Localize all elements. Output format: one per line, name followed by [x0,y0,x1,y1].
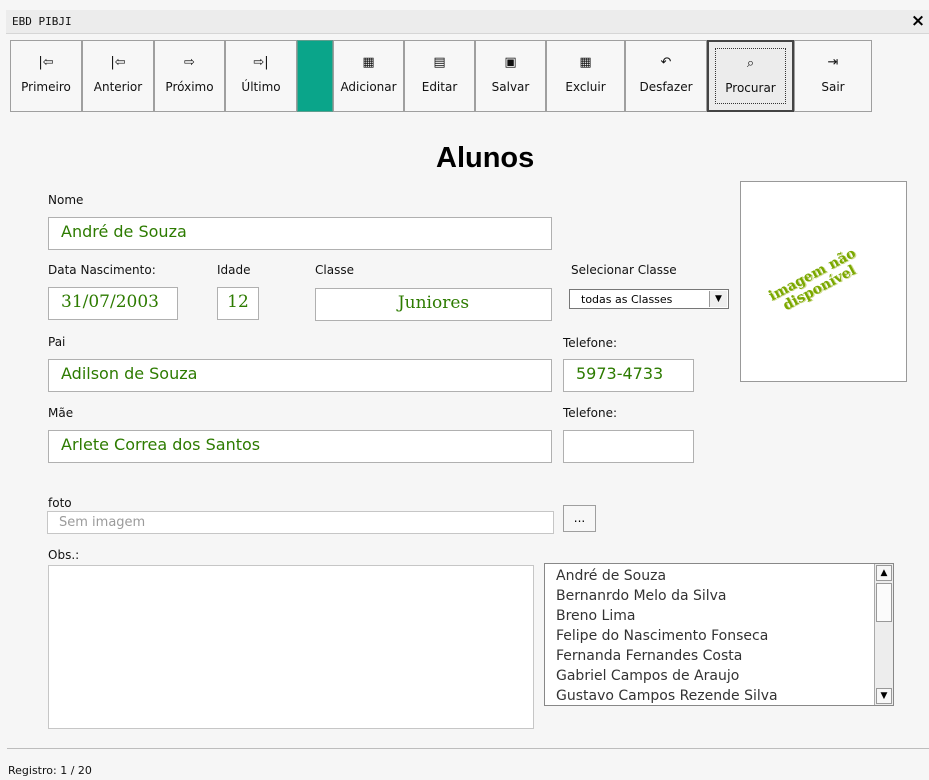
edit-button[interactable]: ▤ Editar [404,40,475,112]
name-label: Nome [48,193,84,207]
save-icon: ▣ [504,55,517,70]
class-select[interactable]: todas as Classes ▼ [569,289,729,309]
list-item[interactable]: Gabriel Campos de Araujo [556,666,778,686]
page-title: Alunos [436,142,535,174]
edit-icon: ▤ [433,55,446,70]
search-button[interactable]: ⌕ Procurar [707,40,794,112]
delete-button[interactable]: ▦ Excluir [546,40,625,112]
window-title: EBD PIBJI [12,15,72,28]
scroll-up-icon[interactable]: ▲ [876,565,892,581]
age-field[interactable]: 12 [217,287,259,320]
notes-textarea[interactable] [48,565,534,729]
close-icon[interactable]: × [909,12,927,30]
status-divider [7,748,929,749]
scroll-down-icon[interactable]: ▼ [876,688,892,704]
select-class-label: Selecionar Classe [571,263,677,277]
undo-label: Desfazer [639,80,693,94]
birth-date-field[interactable]: 31/07/2003 [48,287,178,320]
previous-record-icon: |⇦ [110,55,126,70]
edit-label: Editar [421,80,458,94]
student-listbox[interactable]: André de Souza Bernanrdo Melo da Silva B… [544,563,894,706]
list-scrollbar[interactable]: ▲ ▼ [874,564,893,705]
chevron-down-icon[interactable]: ▼ [709,291,727,307]
scroll-thumb[interactable] [876,583,892,622]
search-label: Procurar [725,81,776,95]
father-phone-label: Telefone: [563,336,617,350]
window: EBD PIBJI × |⇦ Primeiro |⇦ Anterior ⇨ Pr… [0,0,929,780]
student-list: André de Souza Bernanrdo Melo da Silva B… [556,566,778,705]
photo-path-field[interactable]: Sem imagem [47,511,554,534]
list-item[interactable]: Gustavo Campos Rezende Silva [556,686,778,705]
list-item[interactable]: Bernanrdo Melo da Silva [556,586,778,606]
browse-photo-button[interactable]: ... [563,505,596,532]
mother-label: Mãe [48,406,74,420]
add-icon: ▦ [362,55,375,70]
delete-icon: ▦ [579,55,592,70]
delete-label: Excluir [565,80,606,94]
add-label: Adicionar [340,80,397,94]
mother-phone-label: Telefone: [563,406,617,420]
exit-button[interactable]: ⇥ Sair [794,40,872,112]
add-button[interactable]: ▦ Adicionar [333,40,404,112]
next-record-label: Próximo [165,80,214,94]
age-label: Idade [217,263,251,277]
first-record-label: Primeiro [21,80,71,94]
record-status: Registro: 1 / 20 [8,764,92,777]
class-field[interactable]: Juniores [315,288,552,321]
father-phone-field[interactable]: 5973-4733 [563,359,694,392]
undo-button[interactable]: ↶ Desfazer [625,40,707,112]
last-record-button[interactable]: ⇨| Último [225,40,297,112]
toolbar-accent-separator [297,40,333,112]
father-label: Pai [48,335,66,349]
save-button[interactable]: ▣ Salvar [475,40,546,112]
previous-record-button[interactable]: |⇦ Anterior [82,40,154,112]
mother-name-field[interactable]: Arlete Correa dos Santos [48,430,552,463]
name-field[interactable]: André de Souza [48,217,552,250]
undo-icon: ↶ [660,55,672,70]
list-item[interactable]: André de Souza [556,566,778,586]
list-item[interactable]: Breno Lima [556,606,778,626]
class-select-value: todas as Classes [581,293,673,306]
first-record-button[interactable]: |⇦ Primeiro [10,40,82,112]
save-label: Salvar [491,80,530,94]
class-label: Classe [315,263,354,277]
birth-date-label: Data Nascimento: [48,263,156,277]
next-record-icon: ⇨ [184,55,195,70]
search-icon: ⌕ [746,56,755,71]
notes-label: Obs.: [48,548,80,562]
student-photo-frame: imagem não disponível [740,181,907,382]
image-unavailable-text: imagem não disponível [766,245,859,315]
exit-icon: ⇥ [827,55,839,70]
photo-label: foto [48,496,72,510]
list-item[interactable]: Fernanda Fernandes Costa [556,646,778,666]
last-record-icon: ⇨| [253,55,269,70]
next-record-button[interactable]: ⇨ Próximo [154,40,225,112]
father-name-field[interactable]: Adilson de Souza [48,359,552,392]
list-item[interactable]: Felipe do Nascimento Fonseca [556,626,778,646]
previous-record-label: Anterior [93,80,143,94]
mother-phone-field[interactable] [563,430,694,463]
first-record-icon: |⇦ [38,55,54,70]
exit-label: Sair [821,80,845,94]
title-bar: EBD PIBJI × [6,10,929,34]
last-record-label: Último [241,80,281,94]
